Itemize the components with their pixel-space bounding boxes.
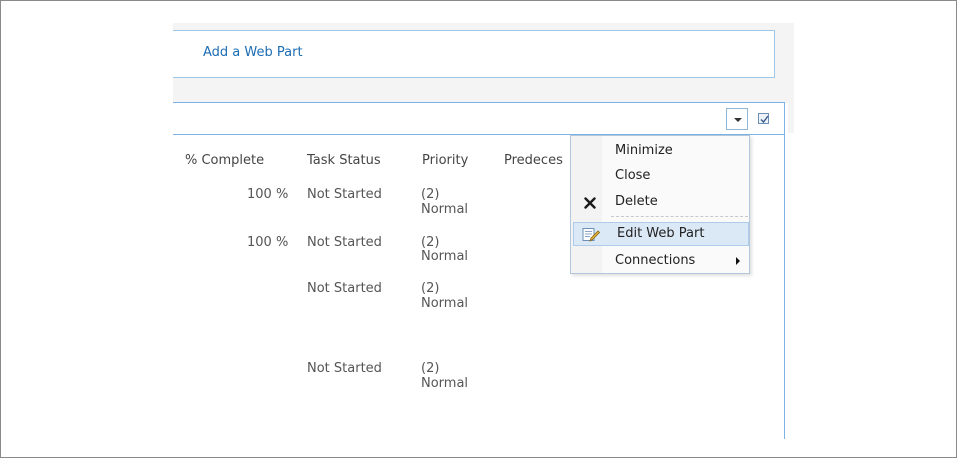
cell-priority-value: (2) xyxy=(421,281,440,296)
cell-priority-value: (2) xyxy=(421,187,440,202)
cell-priority-value: (2) xyxy=(421,235,440,250)
cell-task-status: Not Started xyxy=(307,235,382,250)
menu-item-delete[interactable]: Delete xyxy=(571,190,749,214)
menu-separator xyxy=(611,216,748,217)
cell-priority-value: (2) xyxy=(421,361,440,376)
menu-item-minimize[interactable]: Minimize xyxy=(571,139,749,163)
zone-gutter xyxy=(788,23,794,133)
web-part-menu-button[interactable] xyxy=(726,108,748,130)
menu-item-label: Close xyxy=(615,168,651,183)
page-frame: Add a Web Part % Complete Task Status Pr… xyxy=(0,0,957,458)
edit-web-part-icon xyxy=(582,228,600,242)
cell-task-status: Not Started xyxy=(307,187,382,202)
cell-priority-label: Normal xyxy=(421,202,469,217)
web-part-select-checkbox[interactable] xyxy=(758,113,769,124)
cell-priority-label: Normal xyxy=(421,296,469,311)
menu-item-edit-web-part[interactable]: Edit Web Part xyxy=(573,222,749,246)
column-header-percent-complete[interactable]: % Complete xyxy=(185,153,264,168)
column-header-task-status[interactable]: Task Status xyxy=(307,153,381,168)
menu-item-connections[interactable]: Connections xyxy=(571,249,749,273)
cell-priority-label: Normal xyxy=(421,249,469,264)
checkmark-icon xyxy=(760,115,769,124)
cell-task-status: Not Started xyxy=(307,361,382,376)
submenu-arrow-icon xyxy=(736,257,740,265)
menu-item-label: Delete xyxy=(615,194,658,209)
menu-item-label: Connections xyxy=(615,253,696,268)
menu-item-label: Minimize xyxy=(615,143,673,158)
web-part-title-bar xyxy=(173,103,784,135)
menu-item-label: Edit Web Part xyxy=(617,226,705,241)
dropdown-arrow-icon xyxy=(734,118,742,122)
cell-priority-label: Normal xyxy=(421,376,469,391)
add-web-part-box: Add a Web Part xyxy=(173,30,775,78)
delete-icon xyxy=(584,197,596,209)
add-web-part-link[interactable]: Add a Web Part xyxy=(203,45,303,60)
cell-percent-complete: 100 % xyxy=(247,235,289,250)
column-header-predecessors[interactable]: Predeces xyxy=(504,153,563,168)
web-part-context-menu: Minimize Close Delete Edit Web Part Conn… xyxy=(570,135,750,274)
menu-item-close[interactable]: Close xyxy=(571,164,749,188)
column-header-priority[interactable]: Priority xyxy=(422,153,468,168)
cell-percent-complete: 100 % xyxy=(247,187,289,202)
cell-task-status: Not Started xyxy=(307,281,382,296)
